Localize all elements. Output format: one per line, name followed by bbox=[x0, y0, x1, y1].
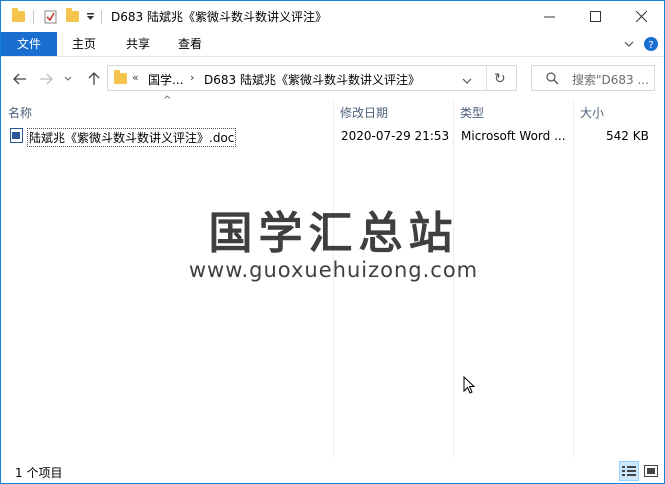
arrow-up-icon bbox=[88, 72, 100, 85]
maximize-icon bbox=[589, 11, 601, 22]
maximize-button[interactable] bbox=[572, 1, 618, 32]
help-icon: ? bbox=[644, 37, 658, 51]
back-button[interactable] bbox=[9, 66, 31, 92]
location-folder-icon bbox=[114, 70, 127, 84]
details-view-icon bbox=[622, 466, 636, 476]
app-folder-icon bbox=[11, 8, 25, 22]
expand-ribbon-button[interactable] bbox=[621, 36, 637, 52]
watermark-url: www.guoxuehuizong.com bbox=[188, 258, 479, 282]
explorer-window: D683 陆斌兆《紫微斗数斗数讲义评注》 文件 主页 共享 查看 ? « 国学.… bbox=[0, 0, 665, 484]
separator bbox=[101, 10, 102, 24]
overflow-crumb[interactable]: « bbox=[132, 71, 139, 84]
refresh-button[interactable]: ↻ bbox=[494, 71, 506, 87]
arrow-right-icon bbox=[40, 73, 53, 85]
chevron-down-icon bbox=[624, 41, 634, 47]
customize-quick-access-button[interactable] bbox=[83, 1, 97, 32]
minimize-icon bbox=[543, 16, 555, 18]
breadcrumb-separator: › bbox=[190, 71, 195, 84]
properties-icon[interactable] bbox=[39, 1, 61, 32]
chevron-down-icon bbox=[462, 78, 472, 84]
file-size: 542 KB bbox=[606, 129, 649, 143]
divider bbox=[486, 66, 487, 90]
recent-locations-button[interactable] bbox=[61, 66, 75, 92]
file-name[interactable]: 陆斌兆《紫微斗数斗数讲义评注》.doc bbox=[27, 128, 237, 147]
title-bar: D683 陆斌兆《紫微斗数斗数讲义评注》 bbox=[1, 1, 664, 32]
details-view-button[interactable] bbox=[619, 461, 639, 481]
window-title: D683 陆斌兆《紫微斗数斗数讲义评注》 bbox=[111, 10, 327, 24]
folder-icon[interactable] bbox=[7, 1, 29, 32]
checkmark-icon bbox=[44, 10, 56, 23]
minimize-button[interactable] bbox=[526, 1, 572, 32]
separator bbox=[33, 10, 34, 24]
watermark-title: 国学汇总站 bbox=[208, 208, 459, 259]
close-icon bbox=[635, 11, 647, 22]
large-icons-view-icon bbox=[644, 465, 658, 477]
tab-share[interactable]: 共享 bbox=[115, 32, 161, 56]
svg-text:?: ? bbox=[648, 40, 653, 51]
arrow-left-icon bbox=[13, 73, 26, 85]
address-dropdown-button[interactable] bbox=[462, 74, 472, 88]
folder-icon bbox=[65, 8, 79, 22]
forward-button[interactable] bbox=[35, 66, 57, 92]
ribbon-tabs: 文件 主页 共享 查看 ? bbox=[1, 32, 664, 57]
large-icons-view-button[interactable] bbox=[641, 461, 661, 481]
dropdown-icon bbox=[86, 13, 94, 20]
file-row[interactable]: 陆斌兆《紫微斗数斗数讲义评注》.doc 2020-07-29 21:53 Mic… bbox=[7, 126, 649, 147]
tab-home[interactable]: 主页 bbox=[61, 32, 107, 56]
address-bar[interactable]: « 国学... › D683 陆斌兆《紫微斗数斗数讲义评注》 ↻ bbox=[107, 65, 517, 91]
breadcrumb-parent[interactable]: 国学... bbox=[148, 71, 183, 88]
file-type: Microsoft Word ... bbox=[461, 129, 566, 143]
mouse-cursor-icon bbox=[463, 376, 476, 394]
column-header-name[interactable]: 名称 bbox=[8, 104, 32, 121]
new-folder-icon[interactable] bbox=[61, 1, 83, 32]
sort-indicator-icon: ^ bbox=[163, 95, 172, 106]
search-input[interactable]: 搜索"D683 ... bbox=[572, 71, 649, 88]
file-modified: 2020-07-29 21:53 bbox=[341, 129, 450, 143]
column-header-size[interactable]: 大小 bbox=[580, 104, 604, 121]
help-button[interactable]: ? bbox=[643, 36, 659, 52]
column-header-type[interactable]: 类型 bbox=[460, 104, 484, 121]
folder-icon bbox=[114, 70, 127, 84]
column-header-modified[interactable]: 修改日期 bbox=[340, 104, 388, 121]
breadcrumb-current[interactable]: D683 陆斌兆《紫微斗数斗数讲义评注》 bbox=[204, 71, 420, 88]
search-box[interactable]: 搜索"D683 ... bbox=[531, 65, 655, 91]
word-doc-icon bbox=[10, 128, 23, 143]
tab-file[interactable]: 文件 bbox=[1, 32, 57, 56]
up-button[interactable] bbox=[83, 66, 105, 92]
item-count: 1 个项目 bbox=[15, 466, 63, 480]
chevron-down-icon bbox=[64, 76, 72, 81]
close-button[interactable] bbox=[618, 1, 664, 32]
tab-view[interactable]: 查看 bbox=[167, 32, 213, 56]
search-icon bbox=[546, 72, 559, 85]
